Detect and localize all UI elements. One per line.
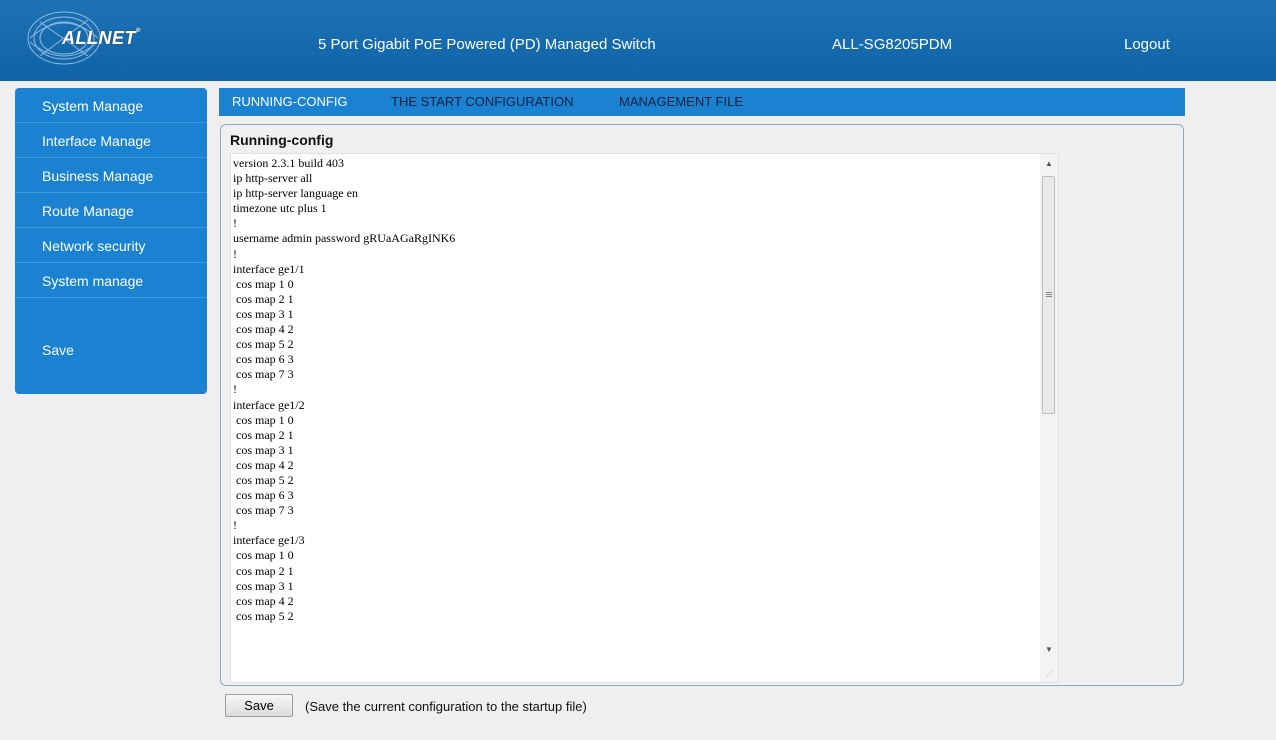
- device-title: 5 Port Gigabit PoE Powered (PD) Managed …: [318, 36, 656, 53]
- running-config-panel: Running-config version 2.3.1 build 403 i…: [220, 124, 1184, 686]
- scroll-down-arrow-icon[interactable]: ▼: [1040, 642, 1058, 658]
- sidebar-save-link[interactable]: Save: [42, 342, 74, 358]
- tab-management-file[interactable]: MANAGEMENT FILE: [619, 94, 743, 109]
- resize-grip-icon[interactable]: ⋰: [1046, 669, 1054, 678]
- logout-link[interactable]: Logout: [1124, 36, 1170, 53]
- sidebar-item-business-manage[interactable]: Business Manage: [15, 158, 207, 193]
- save-button[interactable]: Save: [225, 694, 293, 717]
- device-model: ALL-SG8205PDM: [832, 36, 953, 53]
- config-text[interactable]: version 2.3.1 build 403 ip http-server a…: [233, 156, 1038, 624]
- sidebar-item-system-manage-2[interactable]: System manage: [15, 263, 207, 298]
- sidebar-item-system-manage[interactable]: System Manage: [15, 88, 207, 123]
- tab-start-configuration[interactable]: THE START CONFIGURATION: [391, 94, 574, 109]
- header-bar: ALLNET® 5 Port Gigabit PoE Powered (PD) …: [0, 0, 1276, 81]
- logo-text: ALLNET®: [62, 28, 141, 48]
- sidebar-item-route-manage[interactable]: Route Manage: [15, 193, 207, 228]
- sidebar-item-network-security[interactable]: Network security: [15, 228, 207, 263]
- tab-running-config[interactable]: RUNNING-CONFIG: [232, 94, 348, 109]
- sidebar-item-interface-manage[interactable]: Interface Manage: [15, 123, 207, 158]
- scroll-up-arrow-icon[interactable]: ▲: [1040, 156, 1058, 172]
- scroll-thumb[interactable]: [1042, 176, 1055, 414]
- sidebar-menu: System Manage Interface Manage Business …: [15, 88, 207, 394]
- panel-title: Running-config: [230, 132, 334, 148]
- grip-icon: [1046, 292, 1052, 293]
- vertical-scrollbar[interactable]: ▲ ▼: [1040, 154, 1058, 682]
- save-description: (Save the current configuration to the s…: [305, 699, 587, 714]
- config-textarea[interactable]: version 2.3.1 build 403 ip http-server a…: [230, 153, 1059, 683]
- allnet-logo: ALLNET®: [20, 8, 150, 72]
- tab-bar: RUNNING-CONFIG THE START CONFIGURATION M…: [219, 88, 1185, 116]
